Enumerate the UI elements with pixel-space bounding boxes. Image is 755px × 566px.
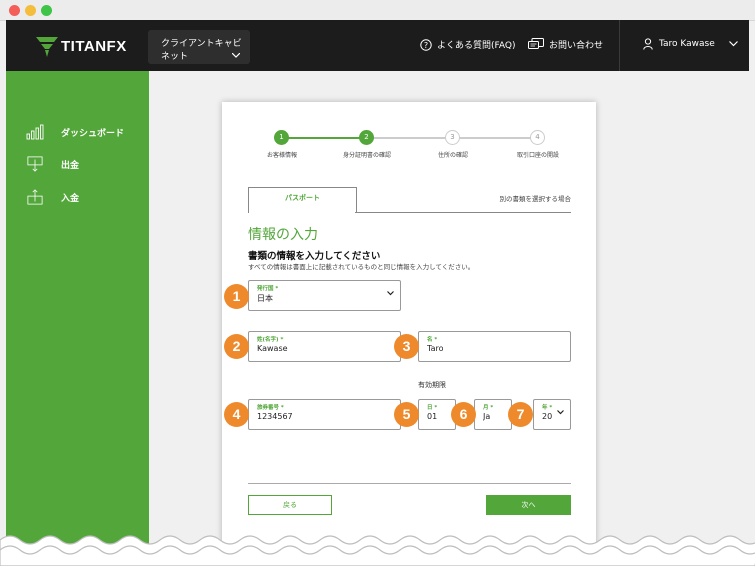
last-name-field[interactable]: 姓(名字) * Kawase: [248, 331, 401, 362]
svg-text:?: ?: [424, 40, 428, 49]
logo-text: TITANFX: [61, 38, 127, 55]
step-4-circle: 4: [530, 130, 545, 145]
field-value: 1234567: [257, 412, 293, 421]
field-value: 日本: [257, 294, 273, 303]
issuing-country-select[interactable]: 発行国 * 日本: [248, 280, 401, 311]
top-navigation: TITANFX クライアントキャビネット ? よくある質問(FAQ) お問い合わ…: [6, 20, 749, 71]
document-tabs: パスポート 別の書類を選択する場合: [248, 187, 571, 213]
field-label: 発行国 *: [257, 286, 279, 292]
annotation-badge-3: 3: [394, 334, 419, 359]
annotation-badge-4: 4: [224, 402, 249, 427]
client-cabinet-label: クライアントキャビネット: [161, 39, 242, 62]
contact-label: お問い合わせ: [549, 41, 604, 51]
help-circle-icon: ?: [420, 38, 432, 51]
user-name: Taro Kawase: [659, 39, 715, 49]
step-3-label: 住所の確認: [437, 152, 468, 159]
field-value: Taro: [427, 344, 444, 353]
tab-passport[interactable]: パスポート: [248, 187, 357, 213]
section-title: 情報の入力: [248, 227, 318, 243]
first-name-field[interactable]: 名 * Taro: [418, 331, 571, 362]
kyc-form-card: 1 2 3 4 お客様情報 身分証明書の確認 住所の確認 取引口座の開設 パスポ…: [222, 102, 596, 552]
maximize-window-button[interactable]: [41, 5, 52, 16]
passport-number-field[interactable]: 旅券番号 * 1234567: [248, 399, 401, 430]
field-value: 20: [542, 412, 553, 421]
step-connector: [373, 137, 452, 139]
section-subtitle: 書類の情報を入力してください: [248, 251, 381, 262]
field-value: Kawase: [257, 344, 288, 353]
field-label: 日 *: [427, 405, 438, 411]
tab-underline: [355, 212, 571, 213]
step-2-circle: 2: [359, 130, 374, 145]
chat-icon: [528, 38, 544, 49]
progress-stepper: 1 2 3 4 お客様情報 身分証明書の確認 住所の確認 取引口座の開設: [222, 126, 596, 166]
chevron-down-icon: [728, 41, 738, 47]
deposit-icon: [27, 189, 43, 205]
field-label: 旅券番号 *: [257, 405, 284, 411]
chevron-down-icon: [387, 291, 394, 296]
field-label: 名 *: [427, 337, 438, 343]
step-connector: [288, 137, 366, 139]
faq-label: よくある質問(FAQ): [437, 41, 516, 51]
annotation-badge-5: 5: [394, 402, 419, 427]
window-titlebar: [0, 0, 755, 21]
expiry-month-select[interactable]: 月 * Ja: [474, 399, 512, 430]
browser-window: TITANFX クライアントキャビネット ? よくある質問(FAQ) お問い合わ…: [0, 0, 755, 566]
sidebar-item-label: 入金: [61, 193, 80, 204]
contact-link[interactable]: お問い合わせ: [528, 38, 603, 51]
form-divider: [248, 483, 571, 484]
tab-other-document[interactable]: 別の書類を選択する場合: [500, 193, 572, 203]
field-label: 月 *: [483, 405, 494, 411]
sidebar: ダッシュボード 出金 入金: [6, 71, 149, 561]
user-menu[interactable]: Taro Kawase: [643, 38, 738, 50]
field-value: 01: [427, 412, 438, 421]
bar-chart-icon: [26, 124, 44, 140]
step-2-label: 身分証明書の確認: [342, 152, 391, 159]
minimize-window-button[interactable]: [25, 5, 36, 16]
close-window-button[interactable]: [9, 5, 20, 16]
next-button[interactable]: 次へ: [486, 495, 571, 515]
expiry-heading: 有効期限: [418, 381, 446, 389]
annotation-badge-2: 2: [224, 334, 249, 359]
back-button[interactable]: 戻る: [248, 495, 332, 515]
faq-link[interactable]: ? よくある質問(FAQ): [420, 38, 515, 51]
titanfx-logo[interactable]: TITANFX: [36, 37, 126, 57]
step-1-label: お客様情報: [266, 152, 297, 159]
sidebar-item-label: ダッシュボード: [61, 128, 125, 139]
withdraw-icon: [27, 156, 43, 172]
nav-divider: [619, 20, 620, 71]
expiry-year-select[interactable]: 年 * 20: [533, 399, 571, 430]
annotation-badge-7: 7: [508, 402, 533, 427]
chevron-down-icon: [232, 53, 240, 58]
user-icon: [643, 38, 653, 50]
sidebar-item-deposit[interactable]: 入金: [26, 189, 79, 205]
field-label: 年 *: [542, 405, 553, 411]
sidebar-item-dashboard[interactable]: ダッシュボード: [26, 124, 124, 140]
sidebar-item-withdraw[interactable]: 出金: [26, 156, 79, 172]
section-description: すべての情報は書面上に記載されているものと同じ情報を入力してください。: [248, 263, 475, 271]
step-1-circle: 1: [274, 130, 289, 145]
step-connector: [458, 137, 535, 139]
annotation-badge-1: 1: [224, 284, 249, 309]
step-4-label: 取引口座の開設: [516, 152, 559, 159]
chevron-down-icon: [557, 410, 564, 415]
field-value: Ja: [483, 412, 491, 421]
annotation-badge-6: 6: [451, 402, 476, 427]
step-3-circle: 3: [445, 130, 460, 145]
field-label: 姓(名字) *: [257, 337, 284, 343]
sidebar-item-label: 出金: [61, 160, 80, 171]
torn-edge-decoration: [0, 535, 755, 566]
client-cabinet-dropdown[interactable]: クライアントキャビネット: [148, 30, 250, 64]
titanfx-logo-icon: [36, 37, 58, 57]
